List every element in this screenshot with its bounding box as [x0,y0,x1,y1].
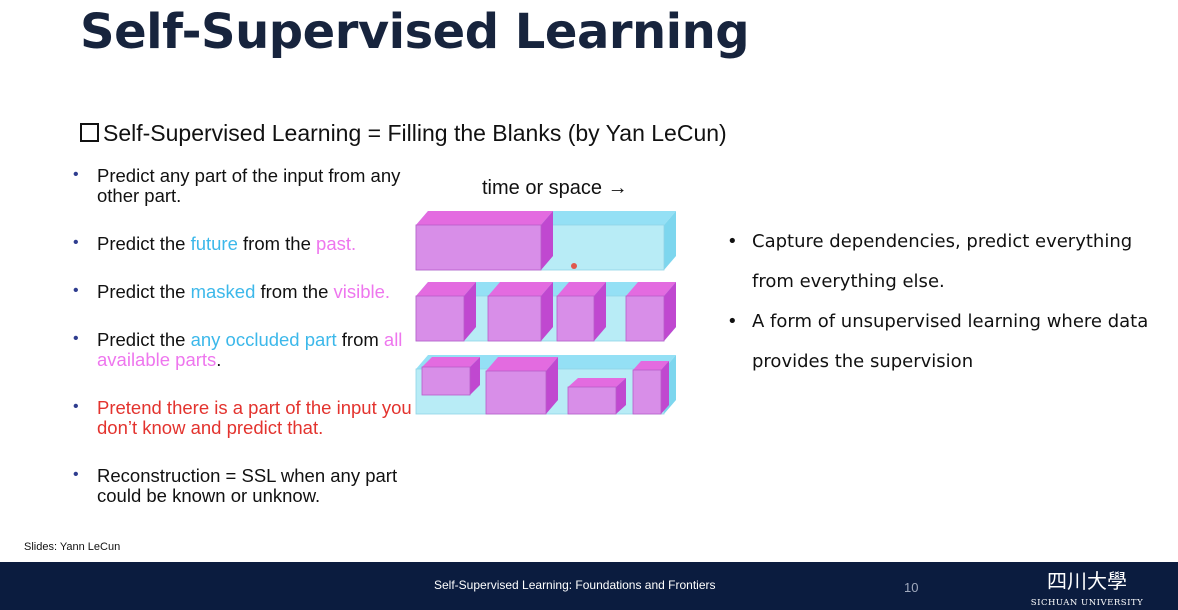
known-block-top [486,357,558,371]
known-block-front [567,386,617,415]
bullet-text: Pretend there is a part of the input you… [97,397,412,438]
right-bullet-item: • Capture dependencies, predict everythin… [727,222,1157,302]
left-bullet-item: • Reconstruction = SSL when any part coul… [68,466,413,506]
bullet-dot-icon: • [73,166,79,183]
subtitle-text: Self-Supervised Learning = Filling the B… [103,120,727,146]
left-bullet-item: • Predict the masked from the visible. [68,282,413,302]
left-bullet-list: • Predict any part of the input from any … [68,166,413,506]
bullet-dot-icon: • [727,311,738,332]
diagram-row-occluded [415,355,676,415]
known-block-front [487,295,542,342]
right-bullet-item: • A form of unsupervised learning where d… [727,302,1157,382]
known-block-top [422,357,480,367]
bullet-text: Predict the future from the past. [97,233,357,254]
bullet-text: Predict the any occluded part from all a… [97,329,403,370]
diagram-row-past-future [415,211,676,271]
logo-chinese-text: 四川大學 [1047,569,1127,593]
known-block-side [661,361,669,414]
sichuan-university-logo: 四川大學 SICHUAN UNIVERSITY [1031,569,1143,608]
known-block-front [556,295,595,342]
right-bullet-list: • Capture dependencies, predict everythin… [727,222,1157,382]
slide-subtitle: Self-Supervised Learning = Filling the B… [80,120,727,147]
bullet-text: Predict any part of the input from any o… [97,165,401,206]
mouse-pointer-icon [571,263,577,269]
filling-blanks-diagram [415,211,676,415]
known-block-front [485,370,547,415]
known-block-front [421,366,471,396]
left-bullet-item: • Predict the future from the past. [68,234,413,254]
footer-bar: Self-Supervised Learning: Foundations an… [0,562,1178,610]
slide-title: Self-Supervised Learning [80,4,750,60]
left-bullet-item: • Predict any part of the input from any … [68,166,413,206]
page-number: 10 [904,580,919,595]
known-block-front [415,295,465,342]
time-or-space-label: time or space → [482,177,628,199]
bullet-dot-icon: • [73,398,79,415]
bullet-text: Reconstruction = SSL when any part could… [97,465,398,506]
known-block-front [415,224,542,271]
bullet-text: Predict the masked from the visible. [97,281,391,302]
known-block-front [632,369,662,415]
known-block-top [568,378,626,387]
bullet-dot-icon: • [73,466,79,483]
bullet-dot-icon: • [73,234,79,251]
known-block-front [625,295,665,342]
checkbox-bullet-icon [80,123,99,142]
diagram-row-masked-visible [415,282,676,342]
known-block-top [416,211,553,225]
bullet-dot-icon: • [727,231,738,252]
bullet-dot-icon: • [73,282,79,299]
slide-credit: Slides: Yann LeCun [24,541,121,553]
left-bullet-item: • Predict the any occluded part from all … [68,330,413,370]
footer-course-title: Self-Supervised Learning: Foundations an… [434,578,716,592]
left-bullet-item: • Pretend there is a part of the input yo… [68,398,413,438]
bullet-dot-icon: • [73,330,79,347]
logo-english-text: SICHUAN UNIVERSITY [1031,598,1143,608]
